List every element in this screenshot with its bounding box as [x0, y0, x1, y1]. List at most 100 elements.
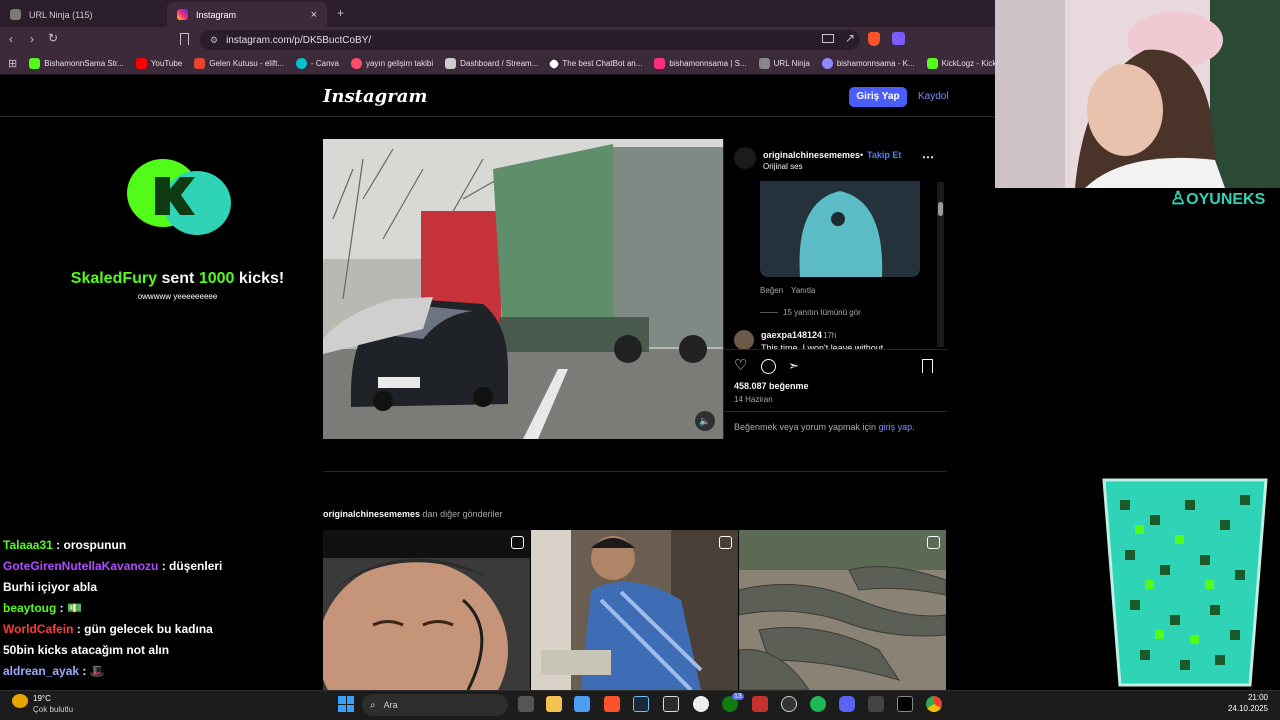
file-explorer-icon[interactable] — [546, 696, 562, 712]
tab-instagram[interactable]: Instagram × — [167, 2, 327, 27]
chat-message: WorldCafein : gün gelecek bu kadına — [3, 619, 313, 640]
heart-icon — [350, 58, 362, 69]
brave-browser-icon[interactable] — [604, 696, 620, 712]
weather-desc[interactable]: Çok bulutlu — [33, 705, 73, 714]
brave-shield-icon[interactable] — [868, 32, 880, 46]
bookmark-item[interactable]: bishamonnsama | S... — [654, 58, 747, 69]
apps-grid-icon[interactable]: ⊞ — [8, 57, 17, 70]
chrome-icon[interactable] — [926, 696, 942, 712]
new-tab-button[interactable]: + — [337, 6, 344, 20]
youtube-icon — [135, 58, 147, 69]
audio-toggle-icon[interactable]: 🔈 — [695, 411, 715, 431]
jar-graphic — [1102, 478, 1268, 687]
save-post-icon[interactable] — [922, 359, 933, 373]
url-ninja-favicon-icon — [10, 9, 21, 20]
post-thumbnail[interactable] — [531, 530, 738, 690]
author-avatar[interactable] — [734, 147, 756, 169]
bookmark-item[interactable]: URL Ninja — [758, 58, 810, 69]
kick-gem-graphic — [127, 159, 231, 235]
like-icon[interactable]: ♡ — [734, 358, 747, 374]
reply-comment-link[interactable]: Yanıtla — [791, 286, 815, 295]
site-info-icon[interactable]: ⚙ — [210, 35, 218, 46]
kick-profile-icon — [821, 58, 833, 69]
cast-icon[interactable] — [822, 34, 834, 43]
instagram-logo[interactable]: Instagram — [323, 86, 427, 107]
post-author[interactable]: originalchinesememes — [763, 150, 860, 160]
brave-rewards-icon[interactable] — [892, 32, 905, 45]
tab-label: Instagram — [196, 9, 237, 20]
post-thumbnail[interactable] — [323, 530, 530, 690]
post-thumbnail[interactable] — [739, 530, 946, 690]
share-icon[interactable]: ↗ — [845, 31, 855, 45]
kick-icon — [29, 58, 41, 69]
capcut-icon[interactable] — [897, 696, 913, 712]
store-icon[interactable] — [574, 696, 590, 712]
divider — [723, 349, 947, 350]
app-icon[interactable] — [752, 696, 768, 712]
thumbnail-image — [739, 530, 946, 690]
separator-dot: • — [860, 150, 864, 160]
epic-games-icon[interactable] — [663, 696, 679, 712]
signup-link[interactable]: Kaydol — [918, 87, 949, 107]
bookmark-item[interactable]: Gelen Kutusu - elift... — [194, 58, 284, 69]
reel-icon — [719, 536, 732, 549]
commenter-name[interactable]: gaexpa148124 — [761, 330, 822, 340]
chat-message: GoteGirenNutellaKavanozu : düşenleri — [3, 556, 313, 577]
follow-button[interactable]: Takip Et — [867, 150, 901, 160]
kick-jar-goal — [1100, 470, 1270, 690]
bookmark-item[interactable]: YouTube — [135, 58, 182, 69]
post-video[interactable]: 🔈 — [323, 139, 723, 439]
bookmark-item[interactable]: yayın gelişim takibi — [350, 58, 433, 69]
bookmark-item[interactable]: The best ChatBot an... — [548, 57, 642, 70]
task-view-icon[interactable] — [518, 696, 534, 712]
forward-icon[interactable]: › — [30, 32, 34, 46]
login-prompt-link[interactable]: giriş yap — [879, 422, 913, 432]
comment-icon[interactable] — [761, 359, 776, 374]
chat-text: Burhi içiyor abla — [3, 580, 98, 594]
clock-time[interactable]: 21:00 — [1228, 693, 1268, 702]
chat-message: beaytoug : 💵 — [3, 598, 313, 619]
commenter-avatar[interactable] — [734, 330, 754, 350]
back-icon[interactable]: ‹ — [9, 32, 13, 46]
bookmark-item[interactable]: Dashboard / Stream... — [445, 58, 538, 69]
close-tab-icon[interactable]: × — [311, 9, 317, 21]
app-icon[interactable] — [868, 696, 884, 712]
chat-username: Talaaa31 — [3, 538, 53, 552]
bookmark-page-icon[interactable] — [180, 33, 189, 45]
like-comment-link[interactable]: Beğen — [760, 286, 783, 295]
notification-badge: 13 — [732, 693, 744, 700]
settings-icon[interactable] — [781, 696, 797, 712]
weather-icon[interactable] — [12, 694, 28, 708]
obs-icon[interactable] — [693, 696, 709, 712]
tab-url-ninja[interactable]: URL Ninja (115) — [0, 2, 165, 27]
comments-scrollbar[interactable] — [937, 182, 944, 347]
bookmark-item[interactable]: BishamonnSama Str... — [29, 58, 124, 69]
reload-icon[interactable]: ↻ — [48, 31, 58, 45]
address-bar[interactable]: ⚙ instagram.com/p/DK5BuctCoBY/ — [200, 30, 860, 50]
chat-text: : 💵 — [56, 601, 82, 615]
windows-start-icon[interactable] — [338, 696, 354, 712]
more-options-icon[interactable]: ⋯ — [922, 150, 934, 164]
url-ninja-icon — [758, 58, 770, 69]
bookmark-item[interactable]: bishamonnsama - K... — [821, 58, 915, 69]
donation-alert: SkaledFury sent 1000 kicks! — [20, 270, 335, 288]
taskbar-search[interactable]: ⌕ Ara — [362, 694, 508, 716]
more-posts-username[interactable]: originalchinesememes — [323, 509, 420, 519]
scrollbar-thumb[interactable] — [938, 202, 943, 216]
view-replies-link[interactable]: 15 yanıtın tümünü gör — [783, 308, 861, 317]
steam-icon[interactable] — [633, 696, 649, 712]
like-count[interactable]: 458.087 beğenme — [734, 381, 809, 391]
bookmark-item[interactable]: - Canva — [295, 58, 339, 69]
chat-text: : 🎩 — [79, 664, 105, 678]
brand-name: OYUNEKS — [1186, 191, 1266, 208]
divider — [723, 411, 947, 412]
weather-temp[interactable]: 19°C — [33, 694, 51, 703]
streamlabs-icon — [654, 58, 666, 69]
gmail-icon — [194, 58, 206, 69]
share-post-icon[interactable]: ➣ — [788, 358, 799, 374]
spotify-icon[interactable] — [810, 696, 826, 712]
clock-date[interactable]: 24.10.2025 — [1218, 704, 1268, 713]
audio-label[interactable]: Orijinal ses — [763, 162, 803, 171]
login-button[interactable]: Giriş Yap — [849, 87, 907, 107]
discord-icon[interactable] — [839, 696, 855, 712]
